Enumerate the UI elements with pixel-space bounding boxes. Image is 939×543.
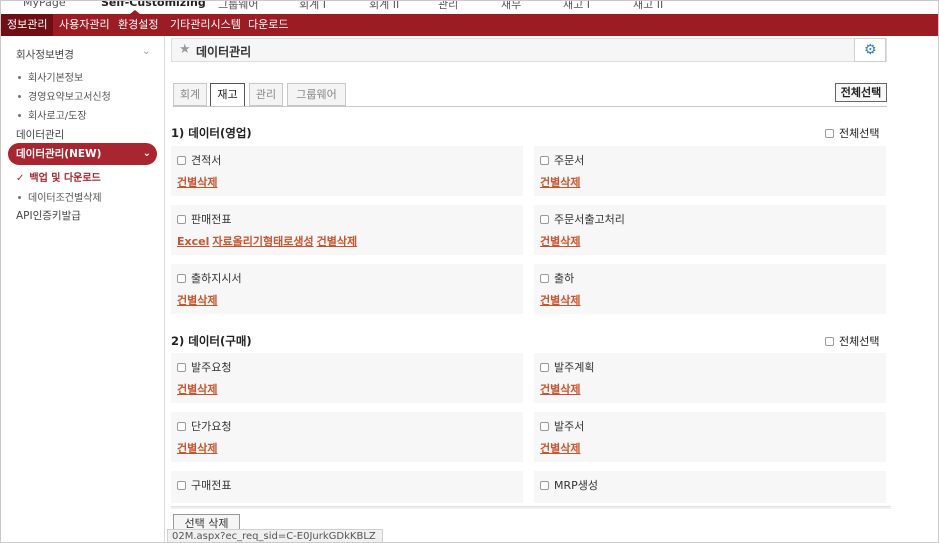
data-item-sales-slip: 판매전표 Excel 자료올리기형태로생성 건별삭제 (171, 205, 523, 255)
delete-each-link[interactable]: 건별삭제 (177, 383, 217, 396)
checkbox[interactable] (540, 480, 549, 490)
status-bar-url: 02M.aspx?ec_req_sid=C-E0JurkGDkKBLZ (167, 529, 383, 542)
chevron-down-icon[interactable]: ⌄ (142, 46, 150, 57)
sidebar-group-company-info[interactable]: 회사정보변경 (16, 47, 74, 62)
tab-groupware[interactable]: 그룹웨어 (287, 83, 346, 106)
topnav-finance[interactable]: 재무 (501, 1, 521, 12)
chevron-down-icon: ⌄ (142, 148, 151, 159)
sidebar-item-logo-seal[interactable]: 회사로고/도장 (18, 107, 87, 122)
divider (171, 506, 891, 509)
settings-button[interactable]: ⚙ (854, 38, 886, 62)
sidebar-item-api-key[interactable]: API인증키발급 (16, 208, 81, 223)
data-item-purchase-order: 발주서 건별삭제 (534, 412, 886, 462)
checkbox[interactable] (177, 362, 186, 372)
checkbox[interactable] (540, 214, 549, 224)
star-icon[interactable]: ★ (179, 42, 191, 57)
tab-management[interactable]: 관리 (249, 83, 283, 106)
data-item-quotation: 견적서 건별삭제 (171, 146, 523, 196)
topnav-accounting-1[interactable]: 회계 I (299, 1, 326, 12)
sidebar-item-summary-report[interactable]: 경영요약보고서신청 (18, 88, 111, 103)
section-title-purchase: 2) 데이터(구매) (171, 334, 252, 348)
data-item-shipping-instruction: 출하지시서 건별삭제 (171, 264, 523, 314)
sidebar-item-backup-download[interactable]: ✓ 백업 및 다운로드 (16, 169, 101, 184)
data-item-po-plan: 발주계획 건별삭제 (534, 353, 886, 403)
page-header: ★ 데이터관리 ⚙ (171, 38, 887, 62)
sidebar-item-company-basic[interactable]: 회사기본정보 (18, 69, 83, 84)
checkbox[interactable] (540, 273, 549, 283)
checkbox[interactable] (177, 273, 186, 283)
topnav-inventory-2[interactable]: 재고 II (633, 1, 663, 12)
tab-inventory[interactable]: 재고 (210, 83, 245, 107)
top-nav: MyPage Self-Customizing 그룹웨어 회계 I 회계 II … (1, 1, 938, 14)
checkbox[interactable] (540, 155, 549, 165)
subnav-environment[interactable]: 환경설정 (118, 14, 158, 36)
delete-each-link[interactable]: 건별삭제 (540, 176, 580, 189)
tab-accounting[interactable]: 회계 (173, 83, 207, 106)
topnav-accounting-2[interactable]: 회계 II (369, 1, 399, 12)
data-item-order: 주문서 건별삭제 (534, 146, 886, 196)
data-item-order-shipment: 주문서출고처리 건별삭제 (534, 205, 886, 255)
section-select-all-sales[interactable]: 전체선택 (825, 125, 879, 141)
excel-link[interactable]: Excel (177, 235, 209, 248)
delete-each-link[interactable]: 건별삭제 (540, 235, 580, 248)
app-window: MyPage Self-Customizing 그룹웨어 회계 I 회계 II … (0, 0, 939, 543)
topnav-self-customizing[interactable]: Self-Customizing (101, 1, 206, 9)
tab-divider (173, 106, 887, 107)
checkbox[interactable] (825, 128, 834, 138)
data-item-mrp: MRP생성 (534, 471, 886, 503)
delete-each-link[interactable]: 건별삭제 (540, 442, 580, 455)
section-title-sales: 1) 데이터(영업) (171, 126, 252, 140)
sub-nav: 정보관리 사용자관리 환경설정 기타관리시스템 다운로드 (1, 14, 938, 36)
checkbox[interactable] (177, 214, 186, 224)
checkbox[interactable] (540, 362, 549, 372)
data-item-price-request: 단가요청 건별삭제 (171, 412, 523, 462)
delete-each-link[interactable]: 건별삭제 (540, 294, 580, 307)
delete-each-link[interactable]: 건별삭제 (177, 176, 217, 189)
sidebar-item-data-manage[interactable]: 데이터관리 (16, 127, 64, 142)
delete-each-link[interactable]: 건별삭제 (540, 383, 580, 396)
topnav-management[interactable]: 관리 (438, 1, 458, 12)
checkbox[interactable] (540, 421, 549, 431)
topnav-inventory-1[interactable]: 재고 I (563, 1, 590, 12)
gear-icon: ⚙ (864, 42, 877, 58)
sidebar-item-conditional-delete[interactable]: 데이터조건별삭제 (18, 189, 102, 204)
topnav-groupware[interactable]: 그룹웨어 (218, 1, 258, 12)
checkbox[interactable] (177, 421, 186, 431)
checkbox[interactable] (177, 155, 186, 165)
delete-each-link[interactable]: 건별삭제 (177, 294, 217, 307)
section-select-all-purchase[interactable]: 전체선택 (825, 333, 879, 349)
topnav-mypage[interactable]: MyPage (23, 1, 66, 9)
sidebar-item-data-manage-new[interactable]: 데이터관리(NEW) ⌄ (8, 143, 157, 165)
tab-bar: 회계 재고 관리 그룹웨어 (173, 83, 887, 107)
sidebar: 회사정보변경 ⌄ 회사기본정보 경영요약보고서신청 회사로고/도장 데이터관리 … (1, 36, 165, 542)
select-all-button[interactable]: 전체선택 (835, 83, 887, 102)
delete-each-link[interactable]: 건별삭제 (177, 442, 217, 455)
data-item-purchase-slip: 구매전표 (171, 471, 523, 503)
check-icon: ✓ (16, 173, 25, 184)
delete-each-link[interactable]: 건별삭제 (317, 235, 357, 248)
subnav-other-systems[interactable]: 기타관리시스템 (170, 14, 241, 36)
data-item-po-request: 발주요청 건별삭제 (171, 353, 523, 403)
subnav-download[interactable]: 다운로드 (248, 14, 288, 36)
subnav-info-manage[interactable]: 정보관리 (1, 14, 54, 36)
checkbox[interactable] (177, 480, 186, 490)
checkbox[interactable] (825, 336, 834, 346)
generate-upload-format-link[interactable]: 자료올리기형태로생성 (212, 235, 313, 248)
subnav-user-manage[interactable]: 사용자관리 (59, 14, 110, 36)
page-title: 데이터관리 (196, 45, 252, 59)
data-item-shipping: 출하 건별삭제 (534, 264, 886, 314)
